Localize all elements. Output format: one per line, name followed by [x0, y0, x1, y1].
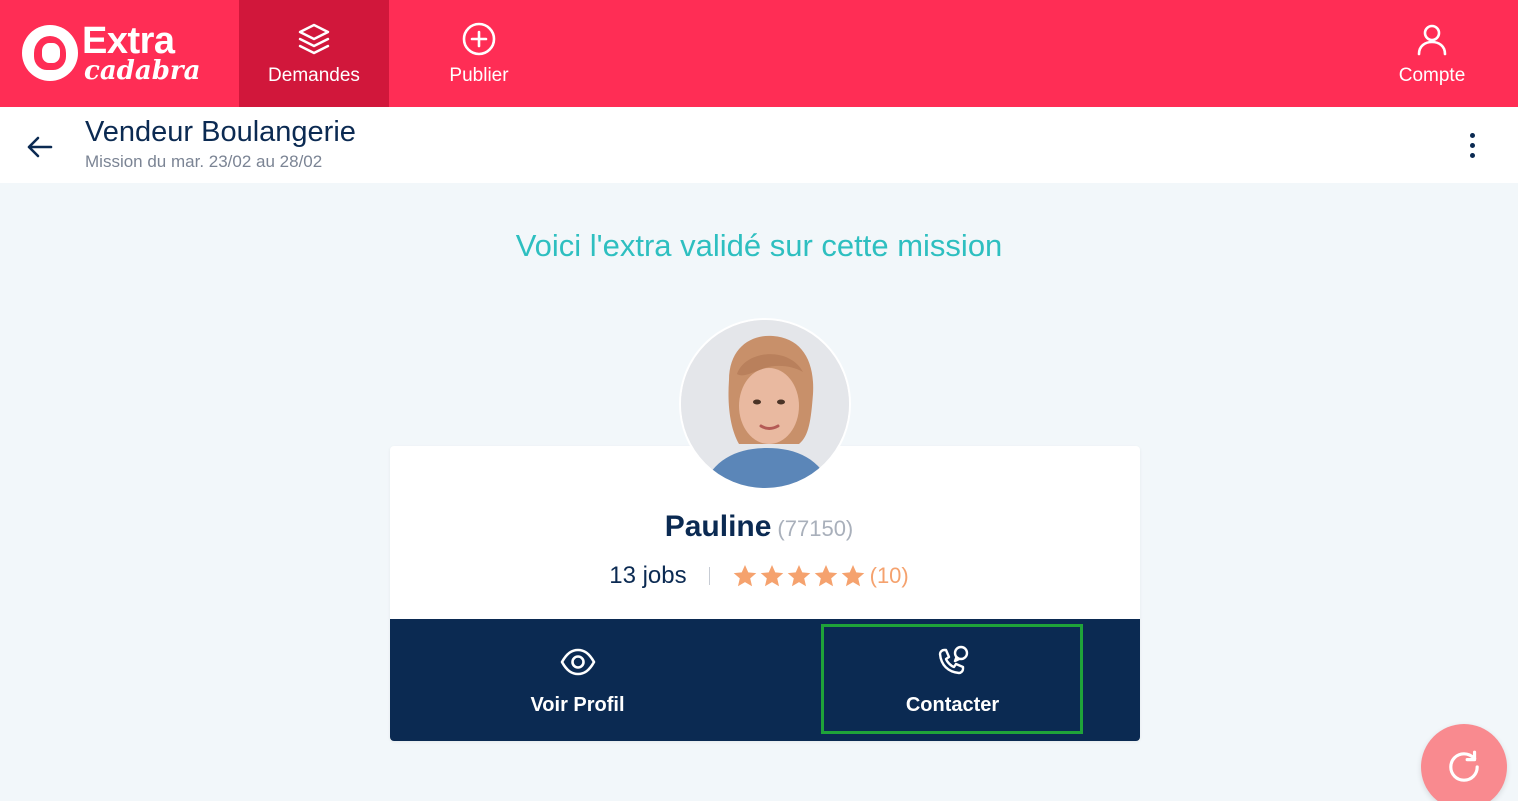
stats-divider — [708, 567, 710, 585]
layers-icon — [298, 23, 330, 54]
star-icon — [841, 564, 864, 587]
extra-stats-row: 13 jobs (10) — [0, 562, 1518, 590]
view-profile-button[interactable]: Voir Profil — [390, 619, 765, 741]
extra-name: Pauline — [664, 510, 772, 543]
view-profile-label: Voir Profil — [530, 693, 625, 716]
nav-compte-label: Compte — [1398, 64, 1466, 86]
mission-title: Vendeur Boulangerie — [85, 116, 356, 148]
mission-dates: Mission du mar. 23/02 au 28/02 — [85, 152, 323, 171]
arrow-left-icon — [27, 136, 53, 158]
top-bar: Extra cadabra Demandes Publier Compte — [0, 0, 1518, 107]
extra-name-row: Pauline (77150) — [0, 510, 1518, 544]
refresh-icon — [1449, 750, 1479, 782]
kebab-dot — [1469, 132, 1475, 138]
profile-photo — [681, 320, 849, 488]
extracadabra-logo[interactable]: Extra cadabra — [22, 20, 200, 86]
nav-demandes[interactable]: Demandes — [239, 0, 389, 107]
star-icon — [814, 564, 837, 587]
kebab-dot — [1469, 142, 1475, 148]
star-icon — [760, 564, 783, 587]
extra-jobs-count: 13 jobs — [609, 562, 687, 589]
nav-demandes-label: Demandes — [268, 64, 360, 86]
nav-publier-label: Publier — [449, 64, 509, 86]
logo-mark-icon — [22, 25, 78, 81]
nav-publier[interactable]: Publier — [404, 0, 554, 107]
star-icon — [733, 564, 756, 587]
avatar — [679, 318, 851, 490]
extra-zip: (77150) — [777, 516, 854, 541]
plus-circle-icon — [462, 22, 496, 55]
rating-stars — [732, 563, 866, 589]
phone-chat-icon — [938, 645, 968, 674]
logo-word-cadabra: cadabra — [84, 56, 201, 86]
kebab-dot — [1469, 152, 1475, 158]
page-headline: Voici l'extra validé sur cette mission — [515, 228, 1003, 263]
user-icon — [1417, 24, 1447, 55]
more-options-button[interactable] — [1454, 127, 1490, 163]
extra-actions-bar: Voir Profil Contacter — [390, 619, 1140, 741]
eye-icon — [560, 648, 595, 675]
contact-button[interactable]: Contacter — [765, 619, 1140, 741]
nav-compte[interactable]: Compte — [1372, 0, 1492, 107]
refresh-fab[interactable] — [1421, 724, 1507, 801]
rating-count: (10) — [869, 563, 909, 588]
mission-header: Vendeur Boulangerie Mission du mar. 23/0… — [0, 107, 1518, 183]
star-icon — [787, 564, 810, 587]
back-button[interactable] — [22, 129, 58, 165]
contact-label: Contacter — [905, 693, 1000, 716]
